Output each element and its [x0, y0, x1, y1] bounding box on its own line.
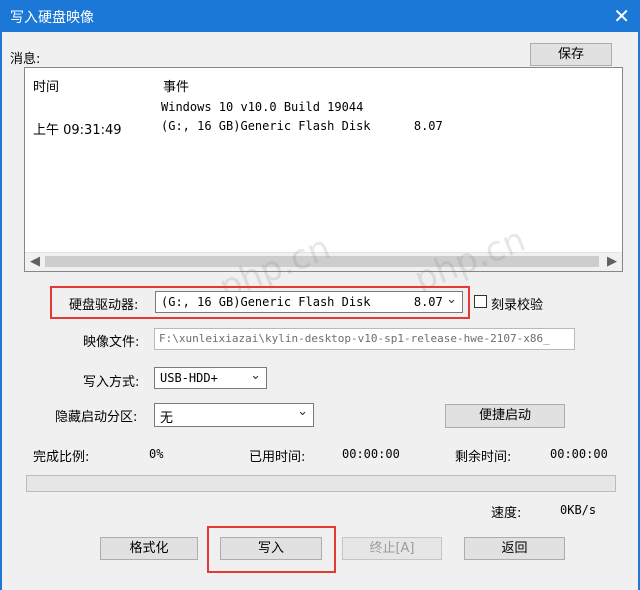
quick-boot-button[interactable]: 便捷启动	[445, 404, 565, 428]
hidden-partition-label: 隐藏启动分区:	[55, 410, 138, 425]
drive-select[interactable]: (G:, 16 GB)Generic Flash Disk 8.07 ⌄	[155, 291, 463, 313]
drive-select-value: (G:, 16 GB)Generic Flash Disk 8.07	[161, 295, 443, 309]
scroll-left-icon[interactable]: ◀	[30, 254, 40, 269]
write-disk-image-dialog: 写入硬盘映像 ✕ 消息: 保存 时间 事件 上午 09:31:49 Window…	[0, 0, 640, 590]
abort-button[interactable]: 终止[A]	[342, 537, 442, 560]
window-title: 写入硬盘映像	[10, 10, 94, 26]
hidden-partition-value: 无	[160, 411, 174, 426]
log-row-event: Windows 10 v10.0 Build 19044	[161, 100, 364, 114]
speed-value: 0KB/s	[560, 503, 597, 517]
remaining-time-value: 00:00:00	[550, 447, 608, 461]
back-button[interactable]: 返回	[464, 537, 565, 560]
log-row-event: (G:, 16 GB)Generic Flash Disk 8.07	[161, 119, 443, 133]
elapsed-time-value: 00:00:00	[342, 447, 400, 461]
scroll-right-icon[interactable]: ▶	[607, 254, 617, 269]
speed-label: 速度:	[491, 506, 522, 521]
hidden-partition-select[interactable]: 无 ⌄	[154, 403, 314, 427]
write-mode-select[interactable]: USB-HDD+ ⌄	[154, 367, 267, 389]
title-bar[interactable]: 写入硬盘映像 ✕	[2, 0, 640, 32]
column-header-event: 事件	[163, 80, 190, 95]
write-mode-label: 写入方式:	[83, 375, 140, 390]
write-button[interactable]: 写入	[220, 537, 322, 560]
messages-label: 消息:	[10, 52, 41, 67]
chevron-down-icon: ⌄	[297, 404, 308, 419]
drive-label: 硬盘驱动器:	[69, 298, 139, 313]
chevron-down-icon: ⌄	[250, 368, 261, 383]
save-button[interactable]: 保存	[530, 43, 612, 66]
progress-percent-value: 0%	[149, 447, 164, 461]
verify-checkbox[interactable]	[474, 295, 487, 308]
format-button[interactable]: 格式化	[100, 537, 198, 560]
write-mode-value: USB-HDD+	[160, 371, 218, 385]
progress-bar	[26, 475, 616, 492]
image-file-path[interactable]: F:\xunleixiazai\kylin-desktop-v10-sp1-re…	[154, 328, 575, 350]
log-row-time: 上午 09:31:49	[33, 123, 122, 138]
elapsed-time-label: 已用时间:	[249, 450, 306, 465]
remaining-time-label: 剩余时间:	[455, 450, 512, 465]
verify-label[interactable]: 刻录校验	[491, 294, 543, 313]
close-icon[interactable]: ✕	[613, 4, 630, 28]
progress-percent-label: 完成比例:	[33, 450, 90, 465]
image-file-label: 映像文件:	[83, 335, 140, 350]
chevron-down-icon: ⌄	[446, 292, 457, 307]
column-header-time: 时间	[33, 80, 60, 95]
